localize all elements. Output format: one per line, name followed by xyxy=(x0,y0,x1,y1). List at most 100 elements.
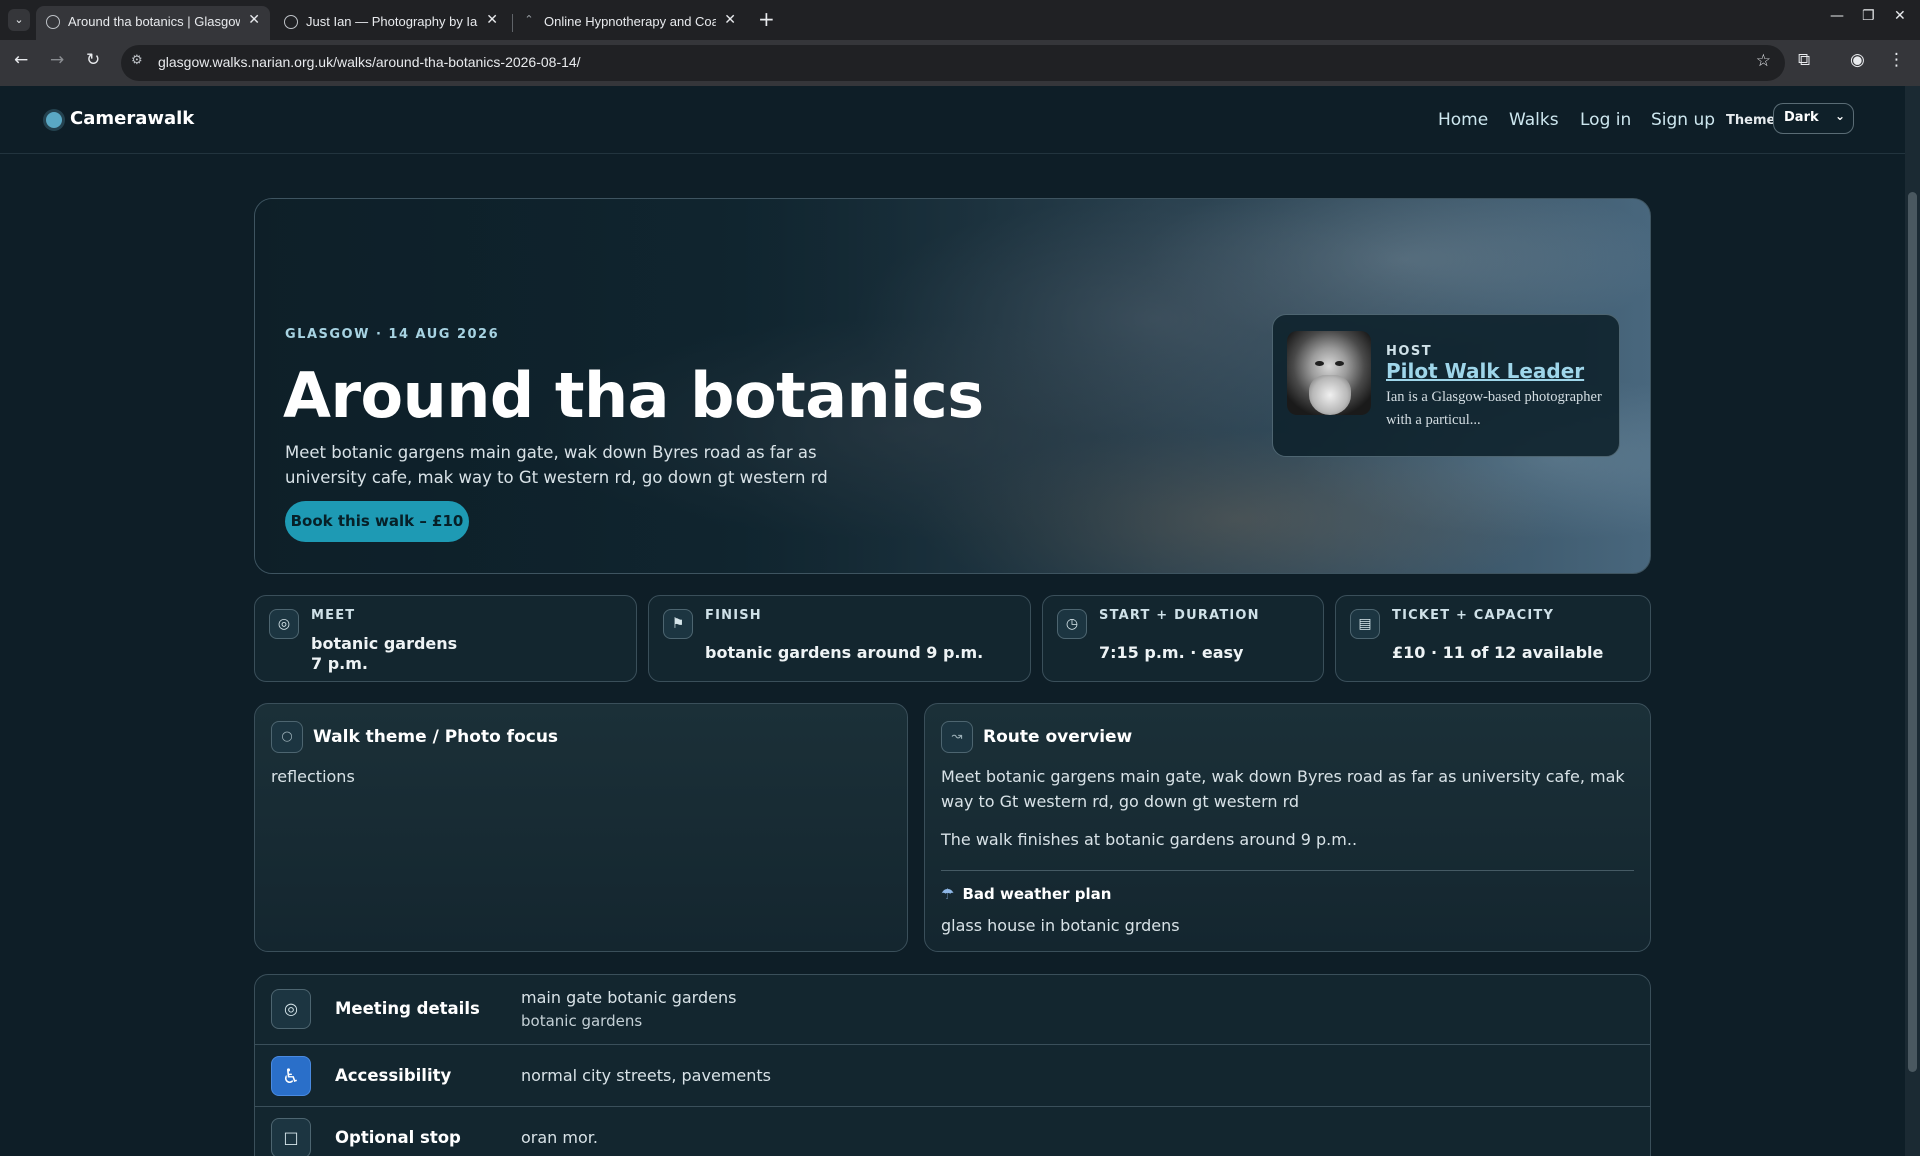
globe-icon xyxy=(46,15,60,29)
avatar-eye-right xyxy=(1335,361,1344,366)
tab-title: Online Hypnotherapy and Coaching xyxy=(544,14,716,29)
detail-label: Optional stop xyxy=(335,1128,461,1147)
theme-label: Theme xyxy=(1726,113,1776,128)
profile-icon[interactable]: ◉ xyxy=(1850,50,1865,70)
host-bio: Ian is a Glasgow-based photographer with… xyxy=(1386,389,1602,428)
scrollbar-thumb[interactable] xyxy=(1908,192,1917,1072)
address-bar[interactable]: ⚙ glasgow.walks.narian.org.uk/walks/arou… xyxy=(121,45,1785,81)
book-walk-button[interactable]: Book this walk – £10 xyxy=(285,501,469,542)
reload-icon[interactable]: ↻ xyxy=(86,50,100,70)
stat-label: FINISH xyxy=(705,608,762,623)
nav-login[interactable]: Log in xyxy=(1580,110,1631,130)
site-favicon-icon: ⌃ xyxy=(524,13,534,26)
hero-description: Meet botanic gargens main gate, wak down… xyxy=(285,443,828,487)
details-table: ◎ Meeting details main gate botanic gard… xyxy=(254,974,1651,1156)
stat-label: START + DURATION xyxy=(1099,608,1260,623)
detail-label: Meeting details xyxy=(335,999,480,1018)
target-icon: ◎ xyxy=(271,989,311,1029)
theme-select[interactable]: Dark ⌄ xyxy=(1773,103,1854,134)
close-tab-icon[interactable]: ✕ xyxy=(248,12,260,28)
host-card: HOST Pilot Walk Leader Ian is a Glasgow-… xyxy=(1272,314,1620,457)
detail-label: Accessibility xyxy=(335,1066,452,1085)
detail-row-meeting: ◎ Meeting details main gate botanic gard… xyxy=(255,975,1650,1045)
theme-text: reflections xyxy=(271,767,355,786)
site-header: Camerawalk Home Walks Log in Sign up The… xyxy=(0,86,1905,154)
globe-icon xyxy=(284,15,298,29)
browser-tab-strip: ⌄ Around tha botanics | Glasgow ✕ Just I… xyxy=(0,0,1920,40)
detail-row-accessibility: ♿ Accessibility normal city streets, pav… xyxy=(255,1045,1650,1107)
nav-walks[interactable]: Walks xyxy=(1509,110,1559,130)
panel-title: Walk theme / Photo focus xyxy=(313,727,559,747)
bookmark-star-icon[interactable]: ☆ xyxy=(1756,51,1771,71)
stat-value: botanic gardens xyxy=(311,634,458,653)
stat-label: MEET xyxy=(311,608,356,623)
umbrella-icon: ☂ xyxy=(941,885,955,903)
hero-banner: GLASGOW · 14 AUG 2026 Around tha botanic… xyxy=(254,198,1651,574)
new-tab-icon[interactable]: + xyxy=(758,7,775,31)
url-text[interactable]: glasgow.walks.narian.org.uk/walks/around… xyxy=(158,54,581,70)
detail-row-optional-stop: □ Optional stop oran mor. xyxy=(255,1107,1650,1156)
divider xyxy=(941,870,1634,871)
host-avatar xyxy=(1287,331,1371,415)
restore-icon[interactable]: ❐ xyxy=(1862,8,1875,24)
ticket-icon: ▤ xyxy=(1350,609,1380,639)
nav-signup[interactable]: Sign up xyxy=(1651,110,1715,130)
flag-icon: ⚑ xyxy=(663,609,693,639)
stat-value-secondary: 7 p.m. xyxy=(311,654,368,673)
route-text: Meet botanic gargens main gate, wak down… xyxy=(941,767,1625,811)
theme-select-value: Dark xyxy=(1784,110,1819,125)
tab-title: Just Ian — Photography by Ian xyxy=(306,14,478,29)
theme-panel: ○ Walk theme / Photo focus reflections xyxy=(254,703,908,952)
weather-text: glass house in botanic grdens xyxy=(941,916,1180,935)
chevron-down-icon: ⌄ xyxy=(1834,109,1845,123)
window-close-icon[interactable]: ✕ xyxy=(1894,8,1906,24)
tab-search-icon[interactable]: ⌄ xyxy=(8,9,30,31)
square-icon: □ xyxy=(271,1118,311,1156)
extensions-icon[interactable]: ⧉ xyxy=(1798,50,1810,70)
stat-finish: ⚑ FINISH botanic gardens around 9 p.m. xyxy=(648,595,1031,682)
accessibility-icon: ♿ xyxy=(271,1056,311,1096)
minimize-icon[interactable]: — xyxy=(1830,8,1844,24)
brand-logo-icon xyxy=(46,112,62,128)
panel-title: Route overview xyxy=(983,727,1133,747)
browser-tab[interactable]: ⌃ Online Hypnotherapy and Coaching ✕ xyxy=(512,6,746,40)
weather-heading: ☂ Bad weather plan xyxy=(941,885,1111,903)
site-info-icon[interactable]: ⚙ xyxy=(131,53,143,68)
avatar-beard xyxy=(1309,375,1351,415)
stat-value: £10 · 11 of 12 available xyxy=(1392,643,1604,662)
browser-menu-icon[interactable]: ⋮ xyxy=(1888,50,1905,70)
route-panel: ↝ Route overview Meet botanic gargens ma… xyxy=(924,703,1651,952)
stat-value: botanic gardens around 9 p.m. xyxy=(705,643,984,662)
stat-value: 7:15 p.m. · easy xyxy=(1099,643,1244,662)
detail-value: oran mor. xyxy=(521,1128,598,1147)
browser-tab[interactable]: Just Ian — Photography by Ian ✕ xyxy=(274,6,508,40)
page-title: Around tha botanics xyxy=(283,359,984,432)
stat-ticket-capacity: ▤ TICKET + CAPACITY £10 · 11 of 12 avail… xyxy=(1335,595,1651,682)
stat-start-duration: ◷ START + DURATION 7:15 p.m. · easy xyxy=(1042,595,1324,682)
host-name-link[interactable]: Pilot Walk Leader xyxy=(1386,359,1584,383)
hero-kicker: GLASGOW · 14 AUG 2026 xyxy=(285,327,500,342)
detail-value: normal city streets, pavements xyxy=(521,1066,771,1085)
host-kicker: HOST xyxy=(1386,344,1433,359)
detail-subvalue: botanic gardens xyxy=(521,1012,643,1030)
avatar-eye-left xyxy=(1315,361,1324,366)
page-scrollbar[interactable] xyxy=(1905,86,1920,1156)
detail-value: main gate botanic gardens xyxy=(521,988,737,1007)
browser-toolbar: ← → ↻ ⚙ glasgow.walks.narian.org.uk/walk… xyxy=(0,40,1920,86)
weather-title: Bad weather plan xyxy=(962,885,1112,903)
target-icon: ◎ xyxy=(269,609,299,639)
nav-home[interactable]: Home xyxy=(1438,110,1488,130)
back-icon[interactable]: ← xyxy=(14,50,28,70)
close-tab-icon[interactable]: ✕ xyxy=(724,12,736,28)
tab-title: Around tha botanics | Glasgow xyxy=(68,14,240,29)
brand-name[interactable]: Camerawalk xyxy=(70,108,194,129)
forward-icon[interactable]: → xyxy=(50,50,64,70)
page-viewport: Camerawalk Home Walks Log in Sign up The… xyxy=(0,86,1920,1156)
close-tab-icon[interactable]: ✕ xyxy=(486,12,498,28)
route-icon: ↝ xyxy=(941,721,973,753)
stat-label: TICKET + CAPACITY xyxy=(1392,608,1555,623)
browser-tab-active[interactable]: Around tha botanics | Glasgow ✕ xyxy=(36,6,270,40)
clock-icon: ◷ xyxy=(1057,609,1087,639)
circle-icon: ○ xyxy=(271,721,303,753)
stat-meet: ◎ MEET botanic gardens 7 p.m. xyxy=(254,595,637,682)
